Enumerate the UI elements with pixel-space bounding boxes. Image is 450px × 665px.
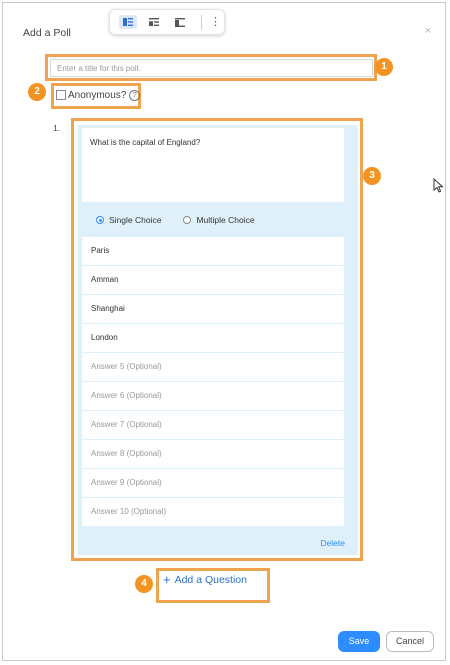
multiple-choice-radio[interactable] <box>183 216 192 224</box>
add-question-button[interactable]: + Add a Question <box>163 572 247 587</box>
plus-icon: + <box>163 572 171 587</box>
question-card: What is the capital of England? Single C… <box>78 125 358 555</box>
callout-badge-4: 4 <box>135 575 153 593</box>
answer-field-2[interactable]: Amman <box>82 266 344 294</box>
view-toolbar: ⋮ <box>109 9 225 35</box>
answer-field-8[interactable]: Answer 8 (Optional) <box>82 440 344 468</box>
add-question-label: Add a Question <box>174 574 247 586</box>
toolbar-divider <box>201 15 202 30</box>
answers-list: Paris Amman Shanghai London Answer 5 (Op… <box>82 237 344 527</box>
answer-field-9[interactable]: Answer 9 (Optional) <box>82 469 344 497</box>
answer-field-4[interactable]: London <box>82 324 344 352</box>
answer-field-3[interactable]: Shanghai <box>82 295 344 323</box>
answer-field-6[interactable]: Answer 6 (Optional) <box>82 382 344 410</box>
save-button[interactable]: Save <box>338 631 380 652</box>
dialog-title: Add a Poll <box>23 27 71 39</box>
mouse-cursor-icon <box>433 178 444 193</box>
callout-badge-1: 1 <box>375 58 393 76</box>
layout-center-icon[interactable] <box>145 15 163 29</box>
single-choice-radio[interactable] <box>96 216 104 224</box>
anonymous-row: Anonymous? ? <box>56 88 141 102</box>
delete-question-link[interactable]: Delete <box>320 538 345 548</box>
close-icon[interactable]: × <box>425 25 431 37</box>
layout-left-icon[interactable] <box>119 15 137 29</box>
answer-field-5[interactable]: Answer 5 (Optional) <box>82 353 344 381</box>
question-number: 1. <box>53 123 61 133</box>
poll-title-input[interactable] <box>50 59 373 77</box>
single-choice-label: Single Choice <box>109 215 162 225</box>
question-type-row: Single Choice Multiple Choice <box>96 215 255 225</box>
answer-field-7[interactable]: Answer 7 (Optional) <box>82 411 344 439</box>
help-icon[interactable]: ? <box>129 89 141 101</box>
cancel-button[interactable]: Cancel <box>386 631 434 652</box>
callout-badge-3: 3 <box>363 167 381 185</box>
answer-field-1[interactable]: Paris <box>82 237 344 265</box>
layout-right-icon[interactable] <box>171 15 189 29</box>
add-poll-dialog: Add a Poll × ⋮ 1 Enter a title for this … <box>2 2 446 661</box>
question-text-input[interactable]: What is the capital of England? <box>82 128 344 202</box>
anonymous-checkbox[interactable] <box>56 90 66 100</box>
multiple-choice-label: Multiple Choice <box>196 215 255 225</box>
answer-field-10[interactable]: Answer 10 (Optional) <box>82 498 344 526</box>
more-options-icon[interactable]: ⋮ <box>210 14 221 31</box>
anonymous-label: Anonymous? <box>68 89 127 101</box>
callout-badge-2: 2 <box>28 83 46 101</box>
